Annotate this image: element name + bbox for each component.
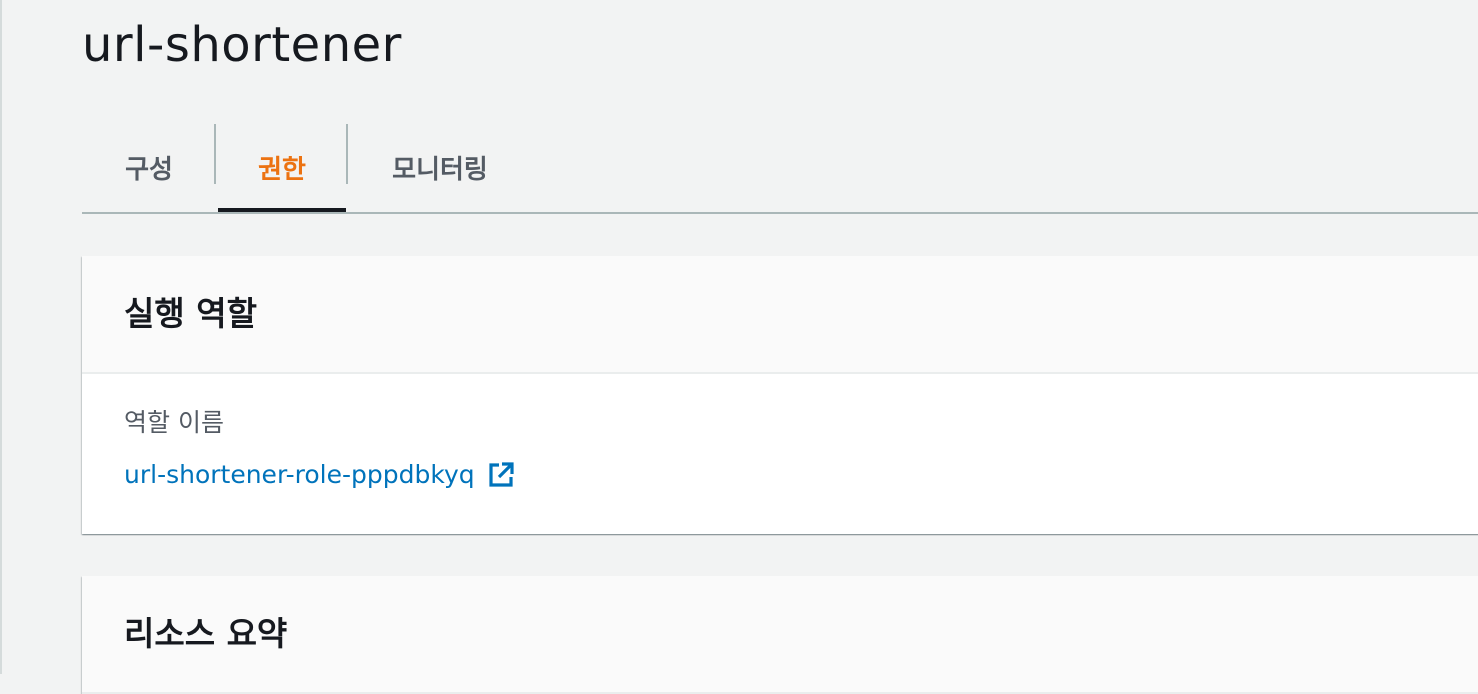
resource-summary-header: 리소스 요약 <box>82 576 1478 694</box>
role-name-text: url-shortener-role-pppdbkyq <box>124 460 475 489</box>
page-title: url-shortener <box>82 17 402 73</box>
role-name-link[interactable]: url-shortener-role-pppdbkyq <box>124 458 515 492</box>
external-link-icon <box>487 461 515 489</box>
execution-role-panel: 실행 역할 역할 이름 url-shortener-role-pppdbkyq <box>82 256 1478 534</box>
execution-role-header: 실행 역할 <box>82 256 1478 374</box>
tab-configuration[interactable]: 구성 <box>82 122 216 212</box>
execution-role-body: 역할 이름 url-shortener-role-pppdbkyq <box>82 374 1478 534</box>
tab-permissions[interactable]: 권한 <box>218 122 346 212</box>
tab-divider <box>214 124 216 184</box>
resource-summary-title: 리소스 요약 <box>124 614 288 653</box>
execution-role-title: 실행 역할 <box>124 294 257 333</box>
tab-divider <box>346 124 348 184</box>
active-tab-indicator <box>218 208 346 212</box>
tab-bar: 구성 권한 모니터링 <box>82 122 1478 214</box>
role-name-label: 역할 이름 <box>124 408 224 437</box>
tab-monitoring[interactable]: 모니터링 <box>354 122 526 212</box>
resource-summary-panel: 리소스 요약 <box>82 576 1478 694</box>
left-edge-border <box>0 0 2 674</box>
